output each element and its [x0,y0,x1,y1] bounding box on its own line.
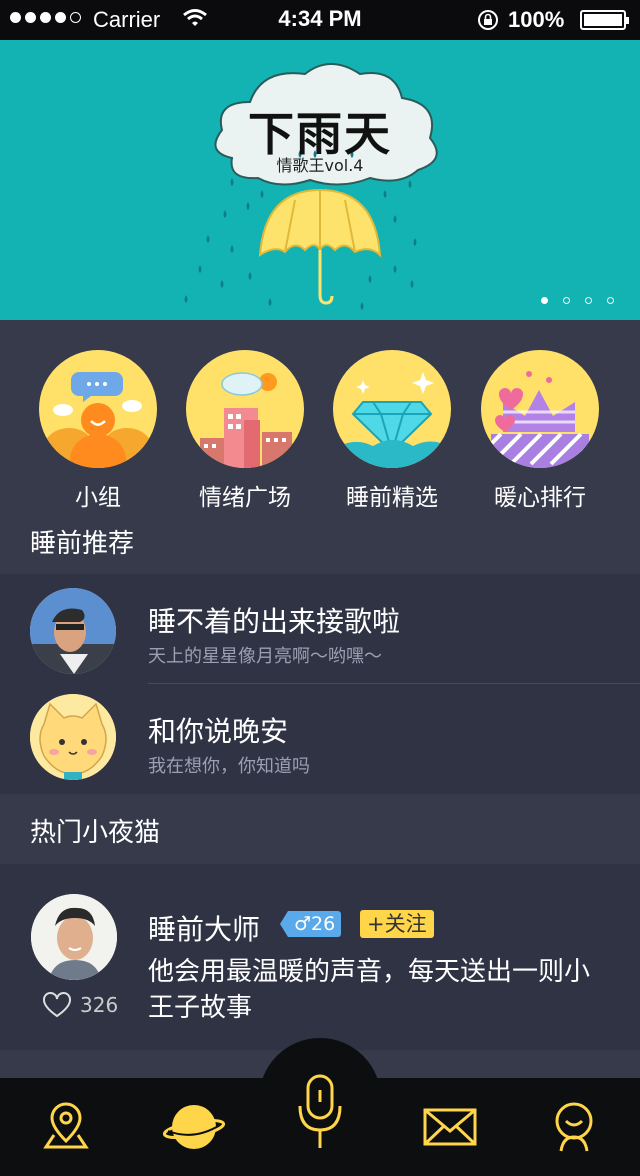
pager-dot[interactable] [563,297,570,304]
battery-icon [580,10,629,30]
rain-umbrella-illustration [184,63,438,310]
profile-icon [555,1102,593,1152]
avatar [31,894,117,980]
diamond-icon [333,350,451,468]
pager-dot[interactable] [541,297,548,304]
list-item[interactable]: 和你说晚安 我在想你，你知道吗 [0,684,640,794]
list-item[interactable]: 睡不着的出来接歌啦 天上的星星像月亮啊～哟嘿～ [0,574,640,684]
record-button[interactable] [280,1070,360,1160]
city-icon [186,350,304,468]
list-item-title: 和你说晚安 [148,715,289,748]
planet-icon [162,1105,226,1149]
tab-location[interactable] [16,1078,116,1176]
avatar [30,588,116,674]
gender-age-badge: ♂26 [280,911,342,937]
category-label: 小组 [75,485,121,511]
category-label: 情绪广场 [199,485,291,511]
category-warm-ranking[interactable]: 暖心排行 [460,350,620,512]
follow-button[interactable]: +关注 [360,910,434,938]
tab-planet[interactable] [144,1078,244,1176]
rotation-lock-icon [476,8,500,38]
list-item-title: 睡不着的出来接歌啦 [148,605,401,638]
crown-icon [481,350,599,468]
pager-dot[interactable] [607,297,614,304]
tab-mail[interactable] [400,1078,500,1176]
category-grid: 小组 情绪广场 睡前精选 暖心排行 [0,320,640,512]
banner-pager[interactable] [541,297,614,304]
featured-banner[interactable]: 下雨天 情歌王vol.4 [0,40,640,320]
pager-dot[interactable] [585,297,592,304]
list-item-subtitle: 天上的星星像月亮啊～哟嘿～ [148,646,382,667]
group-icon [39,350,157,468]
avatar [30,694,116,780]
category-emotion-square[interactable]: 情绪广场 [165,350,325,512]
category-group[interactable]: 小组 [18,350,178,512]
user-description: 他会用最温暖的声音，每天送出一则小王子故事 [148,957,591,1023]
hot-user-card[interactable]: 睡前大师 ♂26 +关注 他会用最温暖的声音，每天送出一则小王子故事 326 [0,864,640,1050]
tab-profile[interactable] [524,1078,624,1176]
list-item-subtitle: 我在想你，你知道吗 [148,756,310,777]
microphone-icon [298,1074,342,1148]
heart-icon [43,992,71,1018]
category-bedtime-picks[interactable]: 睡前精选 [312,350,472,512]
location-icon [43,1102,89,1149]
likes[interactable]: 326 [42,992,118,1018]
likes-count: 326 [80,993,119,1017]
category-label: 暖心排行 [494,485,586,511]
recommend-heading: 睡前推荐 [30,529,135,559]
status-bar: Carrier 4:34 PM 100% [0,0,640,40]
mail-icon [423,1108,477,1146]
category-label: 睡前精选 [346,485,438,511]
banner-subtitle: 情歌王vol.4 [276,156,364,175]
hot-heading: 热门小夜猫 [30,818,161,848]
recommend-list: 睡不着的出来接歌啦 天上的星星像月亮啊～哟嘿～ 和你说晚安 我在想你，你知道吗 [0,574,640,794]
user-name[interactable]: 睡前大师 [148,908,260,948]
battery-percent: 100% [508,7,565,32]
